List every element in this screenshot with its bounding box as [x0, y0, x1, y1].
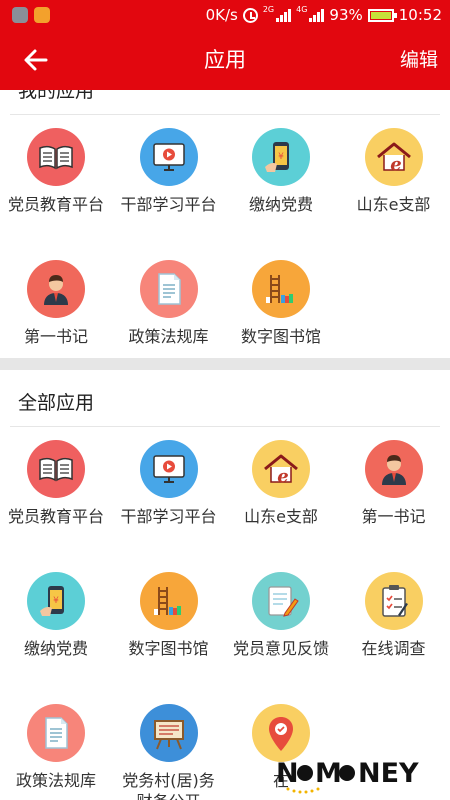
- svg-text:N: N: [276, 758, 299, 789]
- network-type-label: 4G: [296, 4, 308, 14]
- bookshelf-icon: [139, 572, 198, 630]
- svg-text:¥: ¥: [53, 596, 59, 606]
- person-icon: [364, 440, 423, 498]
- clipboard-check-icon: [364, 572, 423, 630]
- app-tile[interactable]: 党务村(居)务财务公开: [113, 704, 225, 800]
- section-title-all-apps: 全部应用: [18, 392, 95, 414]
- app-label: 缴纳党费: [23, 639, 88, 658]
- app-label: 党务村(居)务财务公开: [122, 771, 215, 800]
- app-tile[interactable]: 第一书记: [338, 440, 450, 527]
- person-icon: [27, 260, 85, 318]
- signal-icon: [276, 8, 292, 22]
- app-tile[interactable]: ¥ 缴纳党费: [0, 572, 112, 659]
- svg-text:¥: ¥: [278, 152, 284, 162]
- edit-button[interactable]: 编辑: [400, 30, 438, 90]
- app-tile[interactable]: 数字图书馆: [225, 260, 337, 347]
- app-label: 数字图书馆: [240, 327, 321, 346]
- book-icon: [27, 440, 85, 498]
- app-list[interactable]: 我的应用 党员教育平台 干部学习平台 ¥ 缴纳党费 e 山东e支部 第一书记 政策法规库 数字图…: [0, 90, 450, 800]
- section-gap: [0, 358, 450, 370]
- app-label: 党员意见反馈: [232, 639, 329, 658]
- app-label: 数字图书馆: [128, 639, 209, 658]
- app-tile[interactable]: 干部学习平台: [113, 128, 225, 215]
- phone-pay-icon: ¥: [27, 572, 85, 630]
- divider: [10, 114, 440, 115]
- notification-app-icon: [34, 7, 50, 23]
- app-label: 在线调查: [361, 639, 426, 658]
- svg-text:e: e: [277, 466, 288, 487]
- section-title-my-apps: 我的应用: [18, 90, 95, 102]
- bookshelf-icon: [252, 260, 310, 318]
- app-tile[interactable]: 党员教育平台: [0, 440, 112, 527]
- board-icon: [139, 704, 198, 762]
- app-label: 山东e支部: [356, 195, 431, 214]
- svg-text:M: M: [315, 758, 342, 789]
- svg-text:NEY: NEY: [358, 758, 419, 789]
- app-tile[interactable]: 党员教育平台: [0, 128, 112, 215]
- monitor-play-icon: [139, 440, 198, 498]
- app-label: 山东e支部: [244, 507, 318, 526]
- monitor-play-icon: [139, 128, 198, 186]
- app-tile[interactable]: 党员意见反馈: [225, 572, 337, 659]
- document-icon: [27, 704, 85, 762]
- app-label: 政策法规库: [128, 327, 209, 346]
- app-tile[interactable]: e 山东e支部: [338, 128, 450, 215]
- app-label: 第一书记: [23, 327, 88, 346]
- network-speed: 0K/s: [205, 6, 238, 24]
- app-tile[interactable]: 第一书记: [0, 260, 112, 347]
- svg-text:e: e: [390, 154, 401, 175]
- app-header: 应用 编辑: [0, 30, 450, 90]
- app-label: 干部学习平台: [120, 195, 217, 214]
- app-tile[interactable]: 在线调查: [338, 572, 450, 659]
- app-label: 党员教育平台: [7, 507, 104, 526]
- app-label: 政策法规库: [15, 771, 96, 790]
- document-icon: [139, 260, 198, 318]
- location-pin-icon: [252, 704, 310, 762]
- notepad-pencil-icon: [252, 572, 310, 630]
- divider: [10, 426, 440, 427]
- book-icon: [27, 128, 85, 186]
- alarm-icon: [242, 7, 258, 23]
- network-type-label: 2G: [262, 4, 275, 14]
- battery-percent: 93%: [329, 6, 363, 24]
- app-tile[interactable]: 干部学习平台: [113, 440, 225, 527]
- page-title: 应用: [204, 48, 246, 72]
- app-tile[interactable]: e 山东e支部: [225, 440, 337, 527]
- app-label: 第一书记: [361, 507, 426, 526]
- app-label: 干部学习平台: [120, 507, 217, 526]
- app-label: 缴纳党费: [248, 195, 313, 214]
- app-label: 党员教育平台: [7, 195, 104, 214]
- app-tile[interactable]: 政策法规库: [113, 260, 225, 347]
- app-tile[interactable]: 政策法规库: [0, 704, 112, 791]
- app-tile[interactable]: ¥ 缴纳党费: [225, 128, 337, 215]
- house-e-icon: e: [252, 440, 310, 498]
- watermark-logo: N M NEY: [274, 755, 444, 795]
- phone-pay-icon: ¥: [252, 128, 310, 186]
- app-tile[interactable]: 数字图书馆: [113, 572, 225, 659]
- signal-icon: [309, 8, 325, 22]
- battery-icon: [367, 8, 397, 22]
- house-e-icon: e: [364, 128, 423, 186]
- notification-app-icon: [12, 7, 28, 23]
- clock-time: 10:52: [398, 6, 442, 24]
- status-bar: 0K/s 2G 4G 93% 10:52: [0, 0, 450, 30]
